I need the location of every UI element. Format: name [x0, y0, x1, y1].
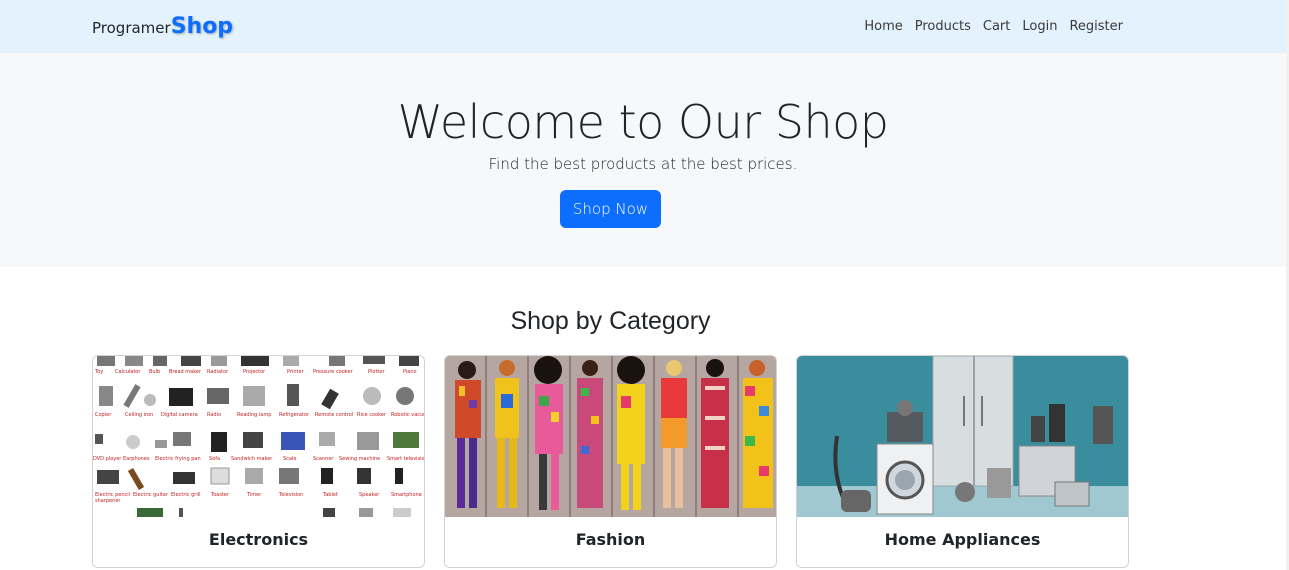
hero-title: Welcome to Our Shop [397, 95, 889, 149]
svg-text:Sewing machine: Sewing machine [339, 456, 380, 462]
brand-name-second: Shop [170, 14, 234, 39]
nav-link-products[interactable]: Products [909, 19, 977, 34]
svg-text:Scale: Scale [283, 456, 296, 462]
svg-text:Smart television: Smart television [387, 456, 424, 462]
brand-name-first: Programer [92, 19, 171, 37]
nav-link-login[interactable]: Login [1016, 19, 1063, 34]
hero-section: Welcome to Our Shop Find the best produc… [0, 53, 1286, 267]
svg-text:Scanner: Scanner [313, 456, 334, 462]
brand-logo[interactable]: Programer Shop [92, 14, 233, 39]
svg-text:Earphones: Earphones [123, 456, 150, 462]
svg-text:Projector: Projector [243, 369, 266, 375]
svg-text:Radiator: Radiator [207, 369, 229, 375]
svg-text:sharpener: sharpener [95, 498, 121, 504]
svg-text:Bread maker: Bread maker [169, 369, 202, 375]
svg-text:Plotter: Plotter [368, 369, 385, 375]
svg-text:Smartphone: Smartphone [391, 492, 422, 498]
svg-text:Printer: Printer [287, 369, 305, 375]
svg-text:Sofa: Sofa [209, 456, 220, 462]
hero-subtitle: Find the best products at the best price… [488, 155, 798, 173]
category-label: Electronics [208, 530, 309, 549]
svg-text:Remote control: Remote control [315, 412, 353, 418]
nav-link-home[interactable]: Home [858, 19, 908, 34]
category-card-home-appliances[interactable]: Home Appliances [796, 355, 1129, 568]
svg-text:DVD player: DVD player [93, 456, 122, 462]
svg-text:Pressure cooker: Pressure cooker [313, 369, 354, 375]
svg-text:Reading lamp: Reading lamp [237, 412, 271, 418]
svg-text:Radio: Radio [207, 412, 221, 418]
svg-text:Toy: Toy [94, 369, 103, 375]
category-section-title: Shop by Category [510, 307, 711, 335]
svg-text:Speaker: Speaker [359, 492, 380, 498]
svg-text:Electric guitar: Electric guitar [133, 492, 169, 498]
category-label: Home Appliances [884, 530, 1041, 549]
svg-text:Refrigerator: Refrigerator [279, 412, 310, 418]
svg-text:Bulb: Bulb [149, 369, 160, 375]
navbar: Programer Shop Home Products Cart Login … [0, 0, 1286, 53]
home-appliances-image [797, 356, 1128, 517]
electronics-image: Toy Calculator Bulb Bread maker Radiator Pro… [93, 356, 424, 517]
svg-text:Ceiling iron: Ceiling iron [125, 412, 153, 418]
svg-text:Robotic vacuum cleaner: Robotic vacuum cleaner [391, 412, 424, 418]
svg-text:Rice cooker: Rice cooker [357, 412, 387, 418]
svg-text:Sandwich maker: Sandwich maker [231, 456, 273, 462]
nav-link-register[interactable]: Register [1063, 19, 1123, 34]
svg-text:Digital camera: Digital camera [161, 412, 198, 418]
svg-text:Electric frying pan: Electric frying pan [155, 456, 201, 462]
nav-links: Home Products Cart Login Register [858, 19, 1123, 34]
svg-text:Timer: Timer [246, 492, 262, 498]
fashion-image [445, 356, 776, 517]
svg-text:Television: Television [278, 492, 303, 498]
svg-text:Piano: Piano [403, 369, 417, 375]
nav-link-cart[interactable]: Cart [977, 19, 1017, 34]
svg-text:Tablet: Tablet [322, 492, 338, 498]
svg-text:Calculator: Calculator [115, 369, 141, 375]
category-card-electronics[interactable]: Toy Calculator Bulb Bread maker Radiator Pro… [92, 355, 425, 568]
shop-now-button[interactable]: Shop Now [560, 190, 661, 228]
category-card-fashion[interactable]: Fashion [444, 355, 777, 568]
svg-text:Toaster: Toaster [210, 492, 230, 498]
category-label: Fashion [575, 530, 646, 549]
svg-text:Electric grill: Electric grill [171, 492, 201, 498]
svg-text:Copier: Copier [95, 412, 112, 418]
